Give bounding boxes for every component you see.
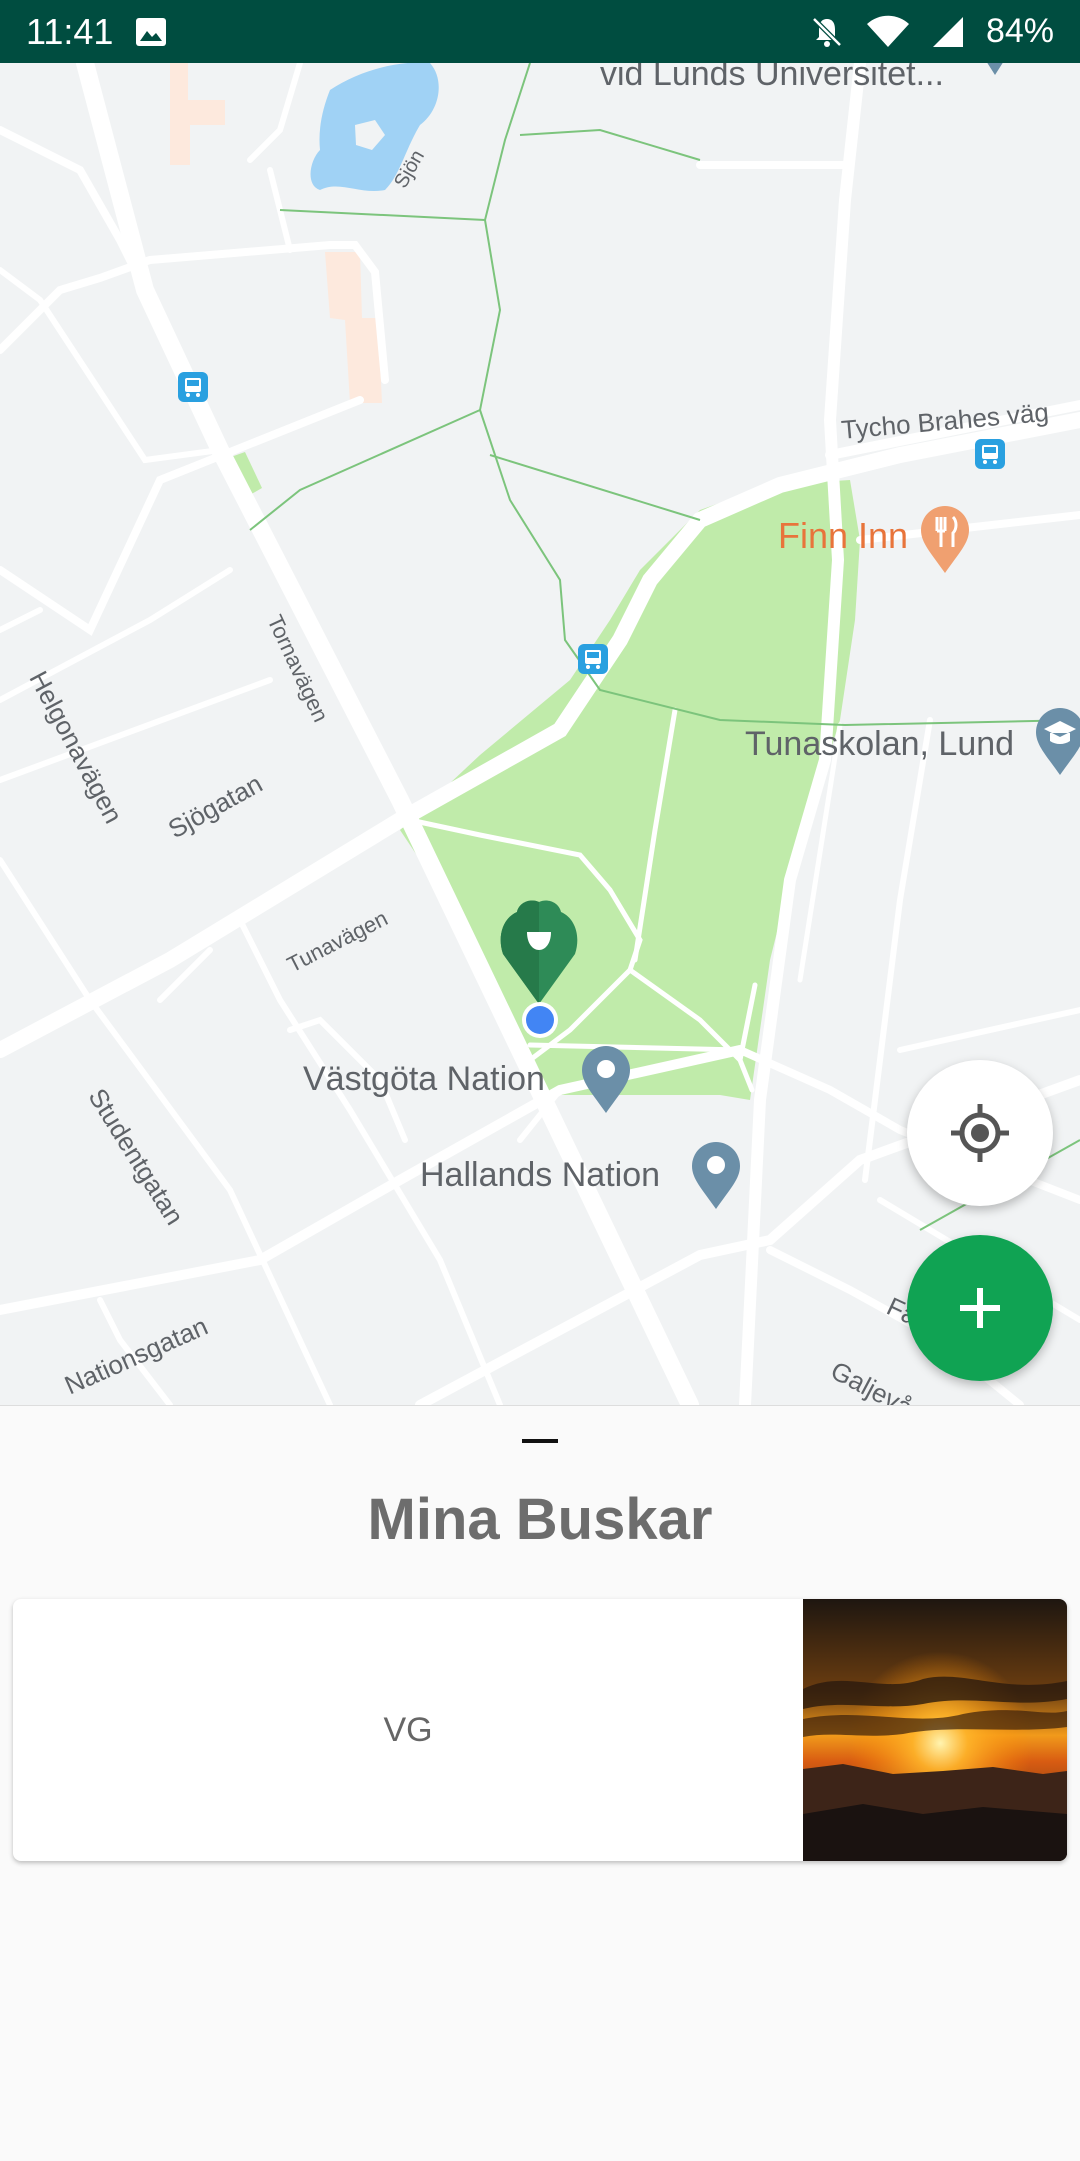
university-pin-icon[interactable] (975, 63, 1015, 83)
school-pin-icon[interactable] (1032, 705, 1080, 777)
bell-off-icon (810, 15, 844, 49)
bush-card-label: VG (383, 1710, 433, 1749)
add-bush-button[interactable] (907, 1235, 1053, 1381)
bus-stop-icon[interactable] (974, 438, 1006, 470)
wifi-icon (866, 15, 910, 49)
poi-label-tunaskolan[interactable]: Tunaskolan, Lund (745, 725, 1014, 764)
sheet-title: Mina Buskar (367, 1487, 713, 1552)
poi-label-lunds-universitet[interactable]: vid Lunds Universitet... (600, 63, 944, 94)
status-bar: 11:41 84% (0, 0, 1080, 63)
status-time: 11:41 (26, 10, 114, 52)
restaurant-pin-icon[interactable] (917, 503, 973, 575)
map-view[interactable]: Tornavägen Helgonavägen Sjögatan Tunaväg… (0, 63, 1080, 1405)
bottom-sheet[interactable]: Mina Buskar VG (0, 1405, 1080, 2161)
crosshair-icon (951, 1104, 1009, 1162)
battery-level: 84% (985, 12, 1054, 50)
poi-label-finn-inn[interactable]: Finn Inn (778, 515, 908, 557)
bush-card[interactable]: VG (13, 1599, 1067, 1861)
signal-icon (932, 16, 964, 48)
bush-photo[interactable] (803, 1599, 1067, 1861)
bush-marker-icon[interactable] (495, 896, 585, 1006)
hallands-pin-icon[interactable] (688, 1139, 744, 1211)
poi-label-hallands-nation[interactable]: Hallands Nation (420, 1156, 660, 1195)
drag-handle[interactable] (522, 1439, 558, 1443)
image-icon (135, 17, 167, 47)
locate-me-button[interactable] (907, 1060, 1053, 1206)
bus-stop-icon[interactable] (177, 371, 209, 403)
current-location-dot (522, 1002, 558, 1038)
poi-label-vastgota-nation[interactable]: Västgöta Nation (303, 1060, 545, 1099)
plus-icon (960, 1288, 1000, 1328)
vastgota-pin-icon[interactable] (578, 1043, 634, 1115)
bus-stop-icon[interactable] (577, 643, 609, 675)
